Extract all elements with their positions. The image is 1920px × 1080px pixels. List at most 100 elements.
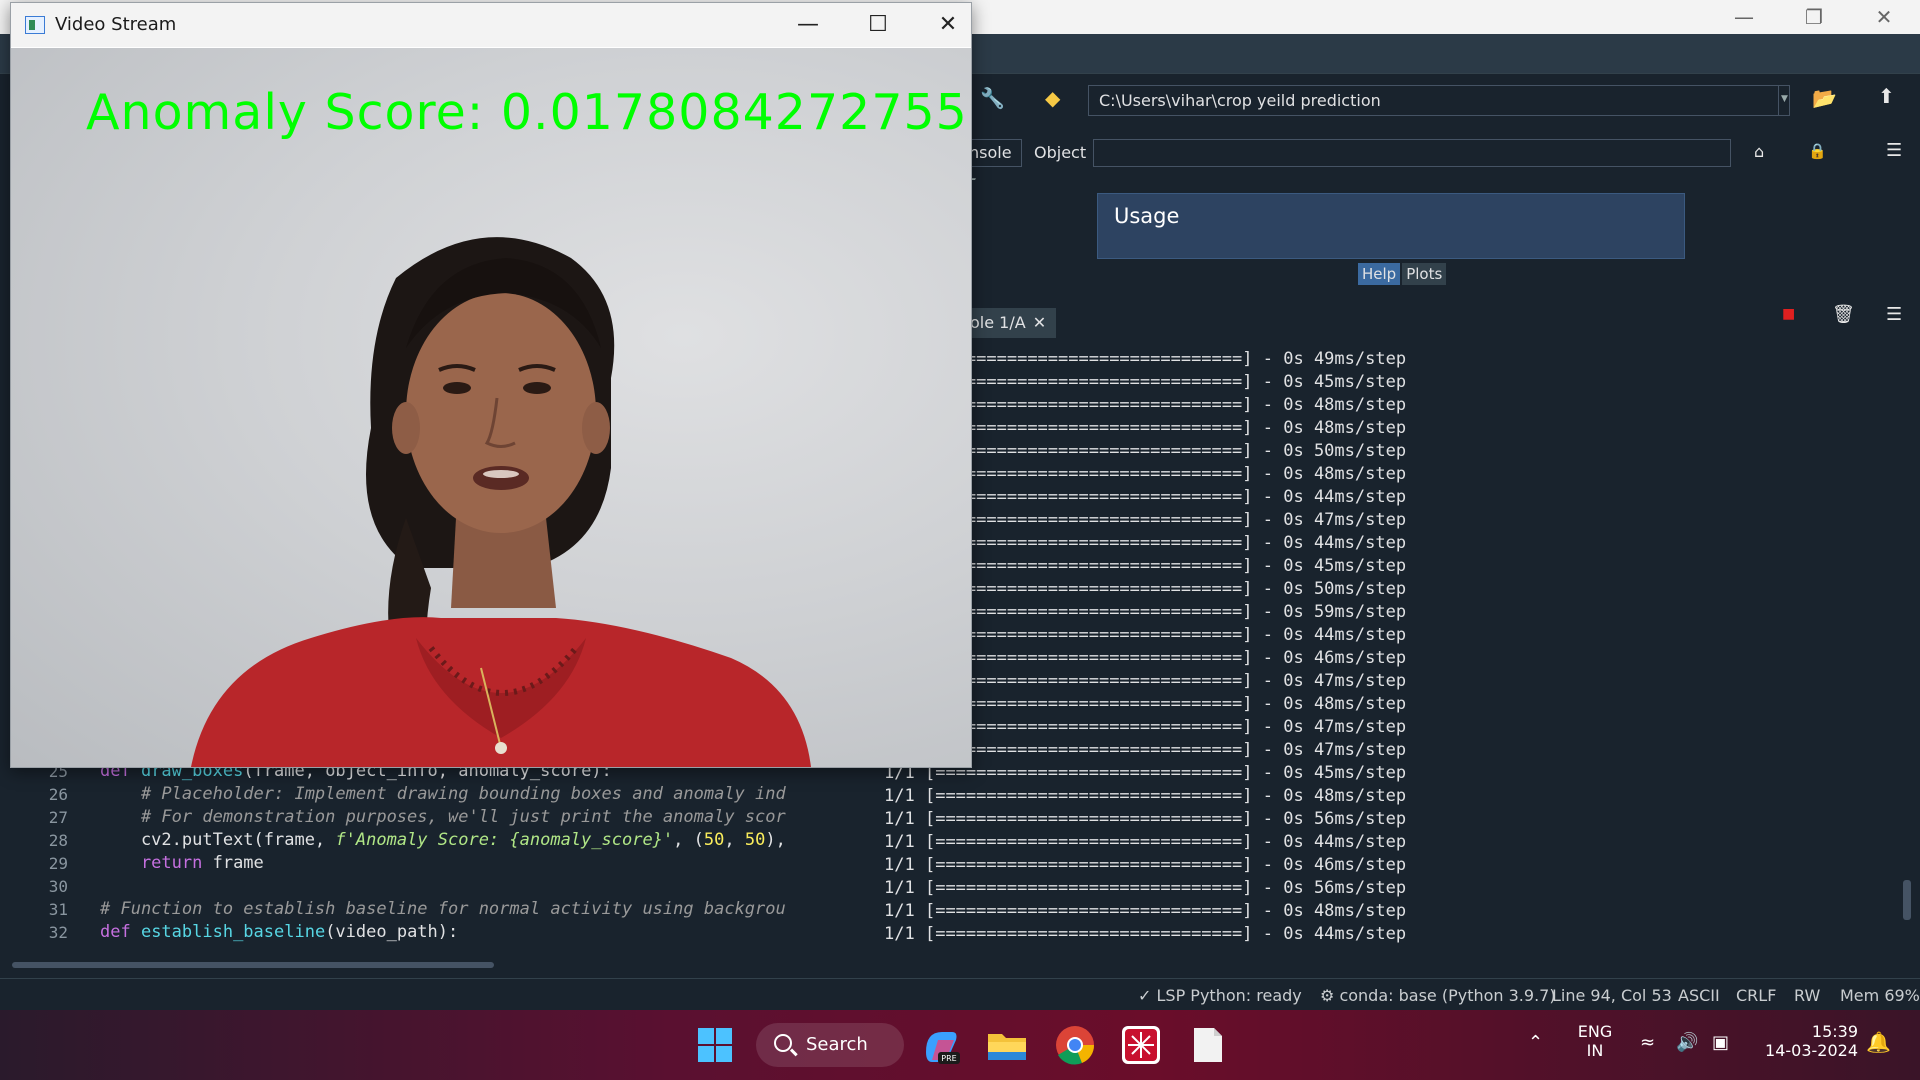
menu-icon[interactable]: ☰ (1886, 140, 1902, 161)
lsp-status[interactable]: ✓ LSP Python: ready (1138, 986, 1302, 1005)
notification-icon[interactable]: 🔔 (1866, 1030, 1891, 1054)
console-scrollbar[interactable] (1902, 350, 1912, 970)
chevron-up-icon[interactable]: ⌃ (1528, 1032, 1543, 1053)
console-time: 0s (1283, 556, 1304, 576)
usage-title: Usage (1114, 204, 1180, 228)
console-step-time: 48ms/step (1313, 694, 1407, 714)
console-step-time: 48ms/step (1313, 901, 1407, 921)
console-progress-bar: [==============================] (924, 855, 1253, 875)
editor-vertical-scrollbar[interactable] (848, 770, 862, 960)
console-step-time: 50ms/step (1313, 441, 1407, 461)
menu-icon[interactable]: ☰ (1886, 304, 1902, 325)
chrome-icon[interactable] (1052, 1022, 1098, 1068)
line-number: 26 (48, 785, 68, 804)
working-directory-input[interactable]: C:\Users\vihar\crop yeild prediction (1088, 85, 1790, 116)
console-line: 1/1 [==============================] - 0… (880, 348, 1902, 371)
code-text: frame (202, 853, 264, 873)
console-step-time: 56ms/step (1313, 809, 1407, 829)
code-line: # For demonstration purposes, we'll just… (100, 807, 786, 827)
tab-help[interactable]: Help (1358, 263, 1401, 285)
home-icon[interactable]: ⌂ (1754, 142, 1764, 161)
console-progress-bar: [==============================] (924, 602, 1253, 622)
battery-icon[interactable]: ▣ (1712, 1032, 1729, 1053)
console-step-time: 44ms/step (1313, 533, 1407, 553)
console-time: 0s (1283, 924, 1304, 944)
console-progress-bar: [==============================] (924, 901, 1253, 921)
conda-status[interactable]: ⚙ conda: base (Python 3.9.7) (1320, 986, 1556, 1005)
console-time: 0s (1283, 602, 1304, 622)
notepad-icon[interactable] (1184, 1022, 1230, 1068)
copilot-icon[interactable]: PRE (918, 1022, 964, 1068)
console-progress-bar: [==============================] (924, 556, 1253, 576)
console-line: 1/1 [==============================] - 0… (884, 809, 1407, 829)
search-label: Search (806, 1034, 868, 1055)
console-progress-bar: [==============================] (924, 349, 1253, 369)
code-area[interactable]: def draw_boxes(frame, object_info, anoma… (100, 760, 840, 960)
console-progress-bar: [==============================] (924, 418, 1253, 438)
parent-dir-icon[interactable]: ⬆ (1878, 84, 1895, 108)
code-line: return frame (100, 852, 840, 875)
tab-console[interactable]: ole 1/A ✕ (960, 308, 1056, 338)
trash-icon[interactable]: 🗑 (1832, 304, 1855, 325)
console-step-time: 45ms/step (1313, 372, 1407, 392)
close-icon[interactable]: ✕ (1849, 0, 1919, 34)
spyder-app-icon[interactable] (1118, 1022, 1164, 1068)
console-line: 1/1 [==============================] - 0… (880, 417, 1902, 440)
console-time: 0s (1283, 832, 1304, 852)
console-time: 0s (1283, 464, 1304, 484)
object-input[interactable] (1093, 139, 1731, 167)
console-progress-bar: [==============================] (924, 878, 1253, 898)
language-label: ENG (1577, 1022, 1613, 1041)
file-explorer-icon[interactable] (984, 1022, 1030, 1068)
chevron-down-icon[interactable]: ▼ (1778, 85, 1790, 116)
console-progress-bar: [==============================] (924, 740, 1253, 760)
scrollbar-thumb[interactable] (12, 962, 494, 968)
minimize-icon[interactable]: — (1709, 0, 1779, 34)
wrench-icon[interactable]: 🔧 (980, 86, 1005, 110)
video-titlebar[interactable]: Video Stream — ☐ ✕ (11, 3, 971, 47)
console-line: 1/1 [==============================] - 0… (880, 463, 1902, 486)
language-indicator[interactable]: ENG IN (1570, 1022, 1620, 1060)
console-step-time: 44ms/step (1313, 832, 1407, 852)
maximize-icon[interactable]: ☐ (843, 3, 913, 47)
wifi-icon[interactable]: ≈ (1640, 1032, 1655, 1053)
string-literal: f'Anomaly Score: {anomaly_score}' (335, 830, 674, 850)
line-number: 29 (48, 854, 68, 873)
console-line: 1/1 [==============================] - 0… (880, 532, 1902, 555)
region-label: IN (1586, 1041, 1604, 1060)
taskbar-search-button[interactable]: Search (756, 1023, 904, 1067)
console-line: 1/1 [==============================] - 0… (880, 670, 1902, 693)
object-label: Object (1034, 143, 1087, 162)
console-step-time: 47ms/step (1313, 671, 1407, 691)
minimize-icon[interactable]: — (773, 3, 843, 47)
console-line-prefix: 1/1 (884, 901, 915, 921)
console-time: 0s (1283, 786, 1304, 806)
console-step-time: 44ms/step (1313, 487, 1407, 507)
tab-plots[interactable]: Plots (1402, 263, 1447, 285)
video-stream-window[interactable]: Video Stream — ☐ ✕ Anomaly Score: 0.0178… (10, 2, 972, 768)
console-time: 0s (1283, 809, 1304, 829)
close-icon[interactable]: ✕ (1033, 313, 1046, 332)
console-time: 0s (1283, 901, 1304, 921)
volume-icon[interactable]: 🔊 (1676, 1032, 1698, 1053)
window-title: Video Stream (55, 14, 177, 35)
permission-status: RW (1794, 986, 1821, 1005)
lock-icon[interactable]: 🔒 (1808, 142, 1827, 160)
clock[interactable]: 15:39 14-03-2024 (1758, 1022, 1858, 1060)
console-line: 1/1 [==============================] - 0… (884, 924, 1407, 944)
windows-start-icon[interactable] (692, 1022, 738, 1068)
close-icon[interactable]: ✕ (913, 3, 983, 47)
python-icon[interactable]: ◆ (1045, 86, 1060, 110)
stop-icon[interactable]: ■ (1782, 306, 1795, 322)
console-output[interactable]: 1/1 [==============================] - 0… (880, 348, 1902, 968)
folder-open-icon[interactable]: 📂 (1812, 86, 1837, 110)
restore-icon[interactable]: ❐ (1779, 0, 1849, 34)
code-editor[interactable]: 25 26 27 28 29 30 31 32 def draw_boxes(f… (0, 760, 870, 976)
code-line: # Function to establish baseline for nor… (100, 899, 786, 919)
console-line: 1/1 [==============================] - 0… (880, 624, 1902, 647)
console-time: 0s (1283, 441, 1304, 461)
code-line: cv2.putText(frame, f'Anomaly Score: {ano… (100, 829, 840, 852)
console-step-time: 48ms/step (1313, 418, 1407, 438)
console-line-prefix: 1/1 (884, 809, 915, 829)
